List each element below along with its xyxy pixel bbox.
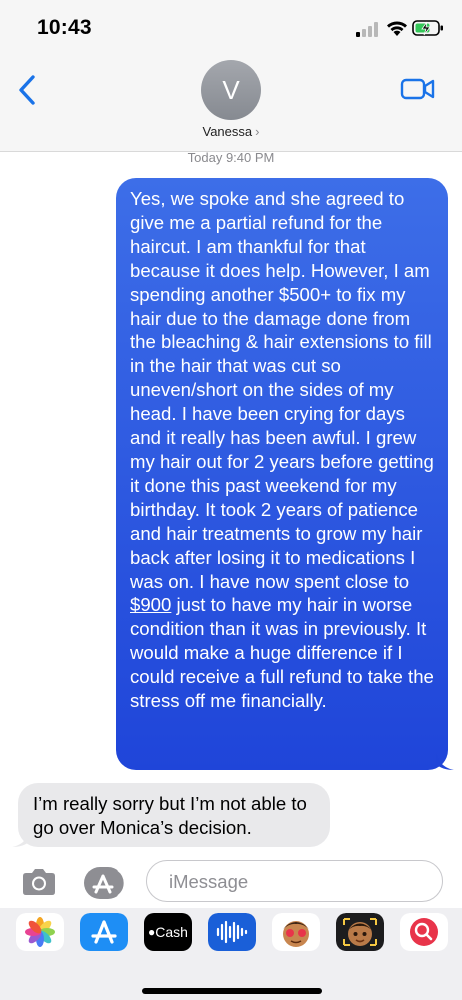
contact-avatar[interactable]: V <box>201 60 261 120</box>
message-timestamp: Today 9:40 PM <box>0 150 462 165</box>
video-camera-icon[interactable] <box>400 78 436 100</box>
conversation-header: V Vanessa › <box>0 60 462 152</box>
app-store-icon[interactable] <box>80 913 128 951</box>
message-text: Yes, we spoke and she agreed to give me … <box>130 188 434 592</box>
amount-link[interactable]: $900 <box>130 594 171 615</box>
message-text-continued: just to have my hair in worse condition … <box>130 594 434 712</box>
contact-name-button[interactable]: Vanessa › <box>0 124 462 139</box>
contact-name: Vanessa <box>202 124 253 139</box>
animoji-icon[interactable] <box>336 913 384 951</box>
cash-label: Cash <box>155 924 188 940</box>
message-text: I’m really sorry but I’m not able to go … <box>33 793 307 838</box>
apple-cash-icon[interactable]: ● Cash <box>144 913 192 951</box>
memoji-stickers-icon[interactable] <box>272 913 320 951</box>
message-input-bar: iMessage <box>0 853 462 908</box>
wifi-icon <box>387 21 407 36</box>
apple-logo-icon: ● <box>148 925 156 939</box>
photos-app-icon[interactable] <box>16 913 64 951</box>
status-time: 10:43 <box>37 16 92 39</box>
cellular-signal-icon <box>356 22 378 37</box>
incoming-message-bubble[interactable]: I’m really sorry but I’m not able to go … <box>12 783 330 847</box>
bubble-tail-icon <box>12 829 30 847</box>
imessage-input[interactable]: iMessage <box>146 860 443 902</box>
home-indicator[interactable] <box>142 988 322 994</box>
status-bar: 10:43 <box>0 0 462 60</box>
camera-icon[interactable] <box>20 868 58 896</box>
app-store-button-icon[interactable] <box>82 866 126 900</box>
battery-charging-icon <box>412 20 443 36</box>
chevron-right-icon: › <box>255 124 260 139</box>
timestamp-day: Today <box>187 150 223 165</box>
audio-message-icon[interactable] <box>208 913 256 951</box>
imessage-placeholder: iMessage <box>169 871 249 892</box>
app-drawer: ● Cash <box>0 908 462 1000</box>
outgoing-message-bubble[interactable]: Yes, we spoke and she agreed to give me … <box>116 178 454 770</box>
bubble-tail-icon <box>436 752 454 770</box>
timestamp-time: 9:40 PM <box>225 150 275 165</box>
back-chevron-icon[interactable] <box>16 74 38 106</box>
avatar-initial: V <box>222 74 240 105</box>
web-search-icon[interactable] <box>400 913 448 951</box>
